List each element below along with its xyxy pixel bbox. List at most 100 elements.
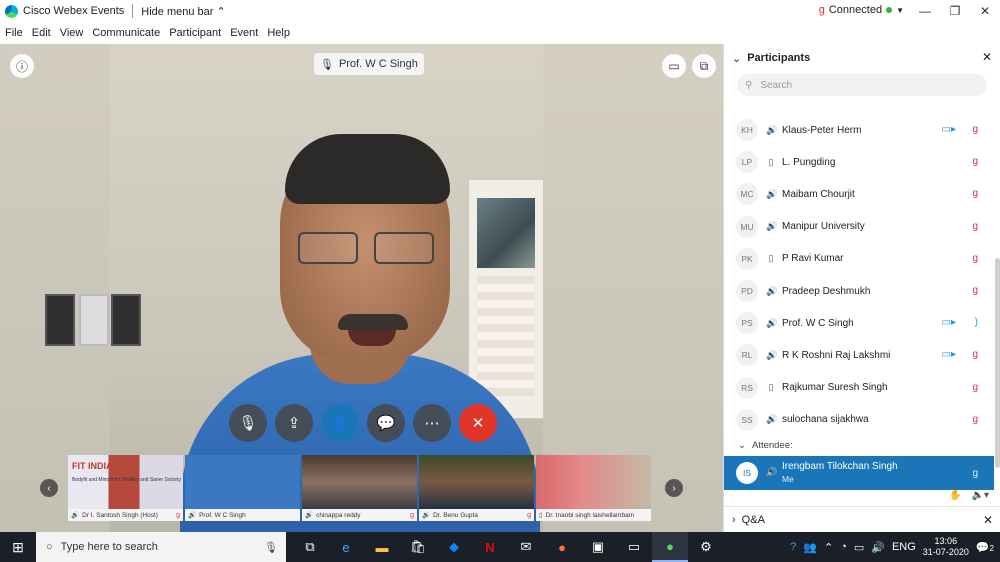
- video-camera-icon[interactable]: ▭▸: [942, 124, 956, 135]
- muted-mic-icon[interactable]: ɡ: [972, 253, 978, 264]
- more-options-button[interactable]: ⋯: [413, 404, 451, 442]
- task-view-icon[interactable]: ⧉: [292, 532, 328, 562]
- participant-row[interactable]: RL 🔊 R K Roshni Raj Lakshmi ▭▸ ɡ: [724, 339, 994, 371]
- menu-file[interactable]: File: [5, 27, 23, 39]
- video-camera-icon[interactable]: ▭▸: [942, 349, 956, 360]
- participant-row[interactable]: PD 🔊 Pradeep Deshmukh ɡ: [724, 275, 994, 307]
- more-icon: ⋯: [424, 415, 440, 432]
- participant-row[interactable]: PK ▯ P Ravi Kumar ɡ: [724, 243, 994, 275]
- info-button[interactable]: ⓘ: [10, 54, 34, 78]
- battery-icon[interactable]: ▭: [854, 541, 864, 554]
- input-language-icon[interactable]: ENG: [892, 541, 916, 553]
- app-icon[interactable]: ▣: [580, 532, 616, 562]
- muted-mic-icon[interactable]: ɡ: [972, 349, 978, 360]
- participant-row[interactable]: MU 🔊 Manipur University ɡ: [724, 211, 994, 243]
- share-button[interactable]: ⇪: [275, 404, 313, 442]
- muted-mic-icon[interactable]: ɡ: [972, 221, 978, 232]
- menu-communicate[interactable]: Communicate: [92, 27, 160, 39]
- layout-button[interactable]: ▭: [662, 54, 686, 78]
- chevron-right-icon: ›: [732, 513, 736, 526]
- chevron-down-icon: ⌄: [732, 52, 742, 65]
- volume-icon[interactable]: 🔊: [871, 541, 885, 554]
- participant-search-input[interactable]: ⚲ Search: [737, 74, 987, 96]
- leave-button[interactable]: ✕: [459, 404, 497, 442]
- menu-edit[interactable]: Edit: [32, 27, 51, 39]
- menu-help[interactable]: Help: [267, 27, 290, 39]
- settings-app-icon[interactable]: ⚙: [688, 532, 724, 562]
- dropbox-icon[interactable]: ◆: [436, 532, 472, 562]
- mute-button[interactable]: 🎙: [229, 404, 267, 442]
- muted-mic-icon[interactable]: ɡ: [972, 124, 978, 135]
- chat-button[interactable]: 💬: [367, 404, 405, 442]
- panel-footer: ✋ 🔈▾: [724, 486, 1000, 504]
- store-icon[interactable]: 🛍: [400, 532, 436, 562]
- muted-mic-icon[interactable]: ɡ: [972, 285, 978, 296]
- filmstrip-tile[interactable]: ▯ Dr. Inaobi singh laishellambam: [536, 455, 651, 521]
- avatar: IS: [736, 461, 758, 484]
- raise-hand-button[interactable]: ✋: [949, 490, 961, 501]
- hide-menu-bar-button[interactable]: Hide menu bar ⌃: [141, 5, 225, 18]
- participants-button[interactable]: 👤: [321, 404, 359, 442]
- participant-row[interactable]: SS 🔊 sulochana sijakhwa ɡ: [724, 404, 994, 436]
- qa-section-header[interactable]: › Q&A ✕: [724, 506, 1000, 532]
- panel-scrollbar[interactable]: [995, 258, 1000, 468]
- minimize-button[interactable]: —: [910, 0, 940, 22]
- participant-row[interactable]: LP ▯ L. Pungding ɡ: [724, 146, 994, 178]
- audio-options-button[interactable]: 🔈▾: [972, 490, 989, 501]
- filmstrip-tile[interactable]: 🔊 Dr. Benu Gupta ɡ: [419, 455, 534, 521]
- avatar: PD: [736, 280, 758, 303]
- filmstrip-tile[interactable]: FIT INDIA Bodyfit and Mindfit for Health…: [68, 455, 183, 521]
- participant-row[interactable]: MC 🔊 Maibam Chourjit ɡ: [724, 178, 994, 210]
- fullscreen-button[interactable]: ⧉: [692, 54, 716, 78]
- attendee-section-header[interactable]: ⌄ Attendee:: [724, 436, 994, 456]
- menu-event[interactable]: Event: [230, 27, 258, 39]
- audio-icon: 🔊: [422, 512, 431, 519]
- attendee-label: Attendee:: [751, 440, 793, 452]
- participant-name: Klaus-Peter Herm: [782, 124, 862, 136]
- participant-row[interactable]: PS 🔊 Prof. W C Singh ▭▸ ): [724, 307, 994, 339]
- close-panel-button[interactable]: ✕: [982, 50, 992, 64]
- edge-icon[interactable]: e: [328, 532, 364, 562]
- help-icon[interactable]: ?: [790, 541, 796, 553]
- muted-mic-icon[interactable]: ɡ: [972, 414, 978, 425]
- layout-icon: ▭: [668, 59, 680, 73]
- file-explorer-icon[interactable]: ▬: [364, 532, 400, 562]
- video-camera-icon[interactable]: ▭▸: [942, 317, 956, 328]
- muted-mic-icon[interactable]: ɡ: [972, 188, 978, 199]
- filmstrip-prev-button[interactable]: ‹: [40, 479, 58, 497]
- taskbar-search-input[interactable]: ○ Type here to search 🎙: [36, 532, 286, 562]
- filmstrip-next-button[interactable]: ›: [665, 479, 683, 497]
- participant-row[interactable]: RS ▯ Rajkumar Suresh Singh ɡ: [724, 372, 994, 404]
- connection-status[interactable]: ɡ Connected ▼: [819, 4, 904, 16]
- clock[interactable]: 13:06 31-07-2020: [923, 536, 969, 558]
- restore-button[interactable]: ❐: [940, 0, 970, 22]
- filmstrip-tile[interactable]: 🔊 Prof. W C Singh: [185, 455, 300, 521]
- menu-participant[interactable]: Participant: [169, 27, 221, 39]
- chevron-up-icon[interactable]: ⌃: [824, 541, 833, 554]
- filmstrip-name: Dr. Inaobi singh laishellambam: [545, 511, 635, 519]
- participant-row[interactable]: KH 🔊 Klaus-Peter Herm ▭▸ ɡ: [724, 114, 994, 146]
- microphone-icon[interactable]: 🎙: [264, 541, 278, 554]
- participants-header[interactable]: ⌄ Participants ✕: [724, 44, 1000, 72]
- close-qa-button[interactable]: ✕: [983, 513, 993, 527]
- muted-mic-icon[interactable]: ɡ: [972, 382, 978, 393]
- taskbar-apps: ⧉ e ▬ 🛍 ◆ N ✉ ● ▣ ▭ ● ⚙: [292, 532, 724, 562]
- notification-icon[interactable]: 💬2: [976, 541, 994, 554]
- participant-row-me[interactable]: IS 🔊 Irengbam Tilokchan Singh Me ɡ: [724, 455, 994, 490]
- netflix-icon[interactable]: N: [472, 532, 508, 562]
- terminal-icon[interactable]: ▭: [616, 532, 652, 562]
- muted-mic-icon[interactable]: ɡ: [972, 156, 978, 167]
- mail-icon[interactable]: ✉: [508, 532, 544, 562]
- close-icon: ✕: [471, 415, 485, 432]
- microphone-muted-icon: 🎙: [238, 415, 258, 432]
- firefox-icon[interactable]: ●: [544, 532, 580, 562]
- switchboard: [45, 294, 145, 352]
- people-icon[interactable]: 👥: [803, 541, 817, 554]
- webex-taskbar-icon[interactable]: ●: [652, 532, 688, 562]
- network-icon[interactable]: ◔: [840, 541, 847, 553]
- filmstrip-tile[interactable]: 🔊 chinappa reddy ɡ: [302, 455, 417, 521]
- close-window-button[interactable]: ✕: [970, 0, 1000, 22]
- start-button[interactable]: ⊞: [0, 532, 36, 562]
- menu-view[interactable]: View: [60, 27, 84, 39]
- muted-mic-icon[interactable]: ɡ: [972, 468, 978, 479]
